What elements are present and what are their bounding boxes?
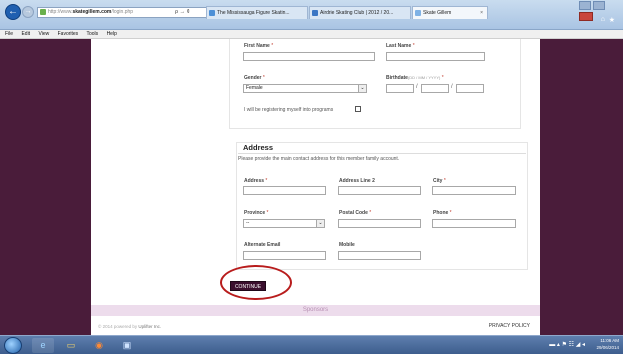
tab-label: The Mississauga Figure Skatin... <box>217 10 290 16</box>
birth-day-input[interactable] <box>386 84 414 93</box>
address-line-2-input[interactable] <box>338 186 421 195</box>
sponsors-banner: Sponsors <box>91 305 540 316</box>
site-favicon-icon <box>40 9 46 15</box>
internet-explorer-icon[interactable]: e <box>32 338 54 353</box>
province-select[interactable]: -- ⌄ <box>243 219 325 228</box>
menu-file[interactable]: File <box>5 31 13 37</box>
start-button[interactable] <box>4 337 22 354</box>
tab-airdrie[interactable]: Airdrie Skating Club | 2012 / 20... <box>309 6 411 19</box>
address-line-2-label: Address Line 2 <box>339 178 375 184</box>
address-label: Address * <box>244 178 268 184</box>
privacy-policy-link[interactable]: PRIVACY POLICY <box>489 323 530 329</box>
menu-tools[interactable]: Tools <box>86 31 98 37</box>
city-label: City * <box>433 178 446 184</box>
alternate-email-input[interactable] <box>243 251 326 260</box>
address-tools[interactable]: ρ → ¢ <box>175 7 190 17</box>
last-name-label: Last Name * <box>386 43 415 49</box>
forward-arrow-icon[interactable]: → <box>22 6 34 18</box>
chevron-down-icon: ⌄ <box>316 220 324 227</box>
tab-favicon-icon <box>209 10 215 16</box>
tab-favicon-icon <box>415 10 421 16</box>
maximize-icon[interactable] <box>592 1 605 10</box>
page-content: First Name * Last Name * Gender * Female… <box>91 39 540 335</box>
chevron-down-icon: ⌄ <box>358 85 366 92</box>
date-separator: / <box>451 84 453 90</box>
programs-checkbox[interactable] <box>355 106 361 112</box>
gender-select[interactable]: Female ⌄ <box>243 84 367 93</box>
province-label: Province * <box>244 210 269 216</box>
first-name-label: First Name * <box>244 43 274 49</box>
back-arrow-icon[interactable]: ← <box>5 4 21 20</box>
tab-favicon-icon <box>312 10 318 16</box>
birth-month-input[interactable] <box>421 84 449 93</box>
folder-icon[interactable]: ▭ <box>60 338 82 353</box>
home-icon[interactable]: ⌂ <box>601 16 605 23</box>
city-input[interactable] <box>432 186 516 195</box>
uplifter-link[interactable]: Uplifter Inc. <box>138 324 161 329</box>
address-domain: skategillem.com <box>72 9 112 15</box>
media-player-icon[interactable]: ◉ <box>88 338 110 353</box>
clock-time: 11:06 AM <box>600 338 619 343</box>
clock-date: 29/06/2014 <box>596 344 619 350</box>
section-divider <box>238 153 526 154</box>
mobile-label: Mobile <box>339 242 355 248</box>
birthdate-label: Birthdate(DD / MM / YYYY) * <box>386 75 444 81</box>
tab-skate-gillem[interactable]: Skate Gillem × <box>412 6 488 19</box>
phone-label: Phone * <box>433 210 452 216</box>
taskbar: e ▭ ◉ ▣ ▬ ▴ ⚑ ☷ ◢ ◂ 11:06 AM 29/06/2014 <box>0 335 623 354</box>
address-prefix: http://www. <box>48 9 73 15</box>
menu-bar: File Edit View Favorites Tools Help <box>0 30 623 39</box>
system-tray[interactable]: ▬ ▴ ⚑ ☷ ◢ ◂ <box>549 341 585 348</box>
clock[interactable]: 11:06 AM 29/06/2014 <box>596 338 619 351</box>
footer-copyright: © 2014 powered by Uplifter Inc. <box>98 324 162 329</box>
last-name-input[interactable] <box>386 52 485 61</box>
window-buttons <box>579 1 619 21</box>
address-description: Please provide the main contact address … <box>238 156 400 162</box>
tab-mississauga[interactable]: The Mississauga Figure Skatin... <box>206 6 308 19</box>
address-input[interactable] <box>243 186 326 195</box>
menu-view[interactable]: View <box>38 31 49 37</box>
address-title: Address <box>243 143 274 152</box>
menu-edit[interactable]: Edit <box>21 31 30 37</box>
postal-code-input[interactable] <box>338 219 421 228</box>
address-path: /login.php <box>111 9 134 15</box>
tab-label: Skate Gillem <box>423 10 452 16</box>
menu-help[interactable]: Help <box>107 31 117 37</box>
mobile-input[interactable] <box>338 251 421 260</box>
tab-label: Airdrie Skating Club | 2012 / 20... <box>320 10 394 16</box>
postal-code-label: Postal Code * <box>339 210 372 216</box>
minimize-icon[interactable] <box>579 1 591 10</box>
close-icon[interactable] <box>579 12 593 21</box>
date-separator: / <box>416 84 418 90</box>
address-bar[interactable]: http://www.skategillem.com/login.php <box>37 7 217 18</box>
tab-close-icon[interactable]: × <box>480 7 483 19</box>
phone-input[interactable] <box>432 219 516 228</box>
birth-year-input[interactable] <box>456 84 484 93</box>
gender-label: Gender * <box>244 75 265 81</box>
favorites-star-icon[interactable]: ★ <box>609 16 615 24</box>
first-name-input[interactable] <box>243 52 375 61</box>
programs-label: I will be registering myself into progra… <box>244 107 334 113</box>
province-value: -- <box>246 220 250 226</box>
gender-value: Female <box>246 85 263 91</box>
continue-button[interactable]: CONTINUE <box>230 281 266 291</box>
alternate-email-label: Alternate Email <box>244 242 281 248</box>
app-window-icon[interactable]: ▣ <box>116 338 138 353</box>
browser-chrome: ← → http://www.skategillem.com/login.php… <box>0 0 623 30</box>
menu-favorites[interactable]: Favorites <box>58 31 79 37</box>
